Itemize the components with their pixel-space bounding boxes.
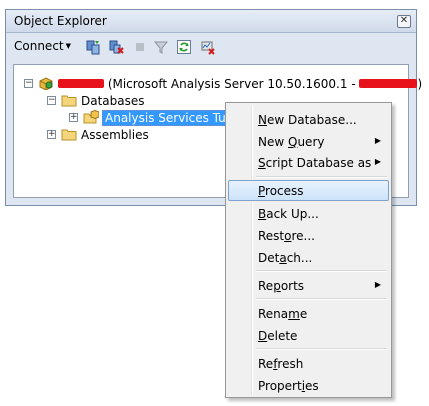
submenu-arrow-icon: ▶: [374, 280, 381, 289]
title-bar[interactable]: Object Explorer ✕: [6, 10, 416, 33]
dropdown-arrow-icon: ▼: [65, 42, 72, 50]
database-cube-icon: [83, 110, 99, 124]
menu-separator: [256, 298, 387, 300]
menu-item-detach[interactable]: Detach...: [228, 247, 389, 268]
collapse-icon[interactable]: −: [24, 79, 33, 88]
menu-item-delete[interactable]: Delete: [228, 325, 389, 346]
menu-item-process[interactable]: Process: [228, 180, 389, 201]
menu-separator: [256, 176, 387, 178]
toolbar: Connect ▼: [9, 36, 413, 58]
menu-item-new-query[interactable]: New Query ▶: [228, 131, 389, 152]
filter-icon[interactable]: [153, 39, 169, 55]
close-icon: ✕: [399, 15, 409, 26]
disconnect-icon[interactable]: [108, 39, 124, 55]
connect-button[interactable]: Connect ▼: [14, 39, 71, 53]
submenu-arrow-icon: ▶: [374, 136, 381, 145]
connect-label: Connect: [14, 39, 64, 53]
window-title: Object Explorer: [14, 14, 107, 28]
redacted-username: [359, 79, 418, 88]
folder-icon: [61, 129, 77, 141]
menu-separator: [256, 348, 387, 350]
databases-label: Databases: [81, 94, 145, 108]
tree-node-databases[interactable]: − Databases: [20, 92, 220, 109]
expand-icon[interactable]: +: [47, 130, 56, 139]
menu-item-back-up[interactable]: Back Up...: [228, 203, 389, 224]
analysis-server-icon: [39, 77, 53, 90]
menu-item-script-database-as[interactable]: Script Database as ▶: [228, 152, 389, 173]
submenu-arrow-icon: ▶: [374, 157, 381, 166]
server-name: (Microsoft Analysis Server 10.50.1600.1 …: [58, 77, 422, 91]
menu-item-rename[interactable]: Rename: [228, 303, 389, 324]
expand-icon[interactable]: +: [69, 113, 78, 122]
refresh-icon[interactable]: [176, 39, 192, 55]
folder-icon: [61, 95, 77, 107]
menu-item-restore[interactable]: Restore...: [228, 225, 389, 246]
tree-node-database[interactable]: + Analysis Services Tutorial: [20, 109, 250, 126]
connect-server-icon[interactable]: [85, 39, 101, 55]
tree-node-assemblies[interactable]: + Assemblies: [20, 126, 220, 143]
database-name: Analysis Services Tutorial: [102, 110, 236, 126]
menu-separator: [256, 270, 387, 272]
redacted-server-name: [58, 79, 104, 88]
assemblies-label: Assemblies: [81, 128, 149, 142]
menu-item-new-database[interactable]: New Database...: [228, 109, 389, 130]
menu-item-reports[interactable]: Reports ▶: [228, 275, 389, 296]
activity-monitor-icon[interactable]: [200, 39, 216, 55]
stop-icon[interactable]: [132, 39, 148, 55]
menu-item-refresh[interactable]: Refresh: [228, 353, 389, 374]
collapse-icon[interactable]: −: [47, 96, 56, 105]
context-menu: New Database... New Query ▶ Script Datab…: [225, 102, 392, 398]
close-button[interactable]: ✕: [397, 15, 411, 28]
tree-node-server[interactable]: − (Microsoft Analysis Server 10.50.1600.…: [20, 75, 422, 92]
menu-item-properties[interactable]: Properties: [228, 375, 389, 396]
